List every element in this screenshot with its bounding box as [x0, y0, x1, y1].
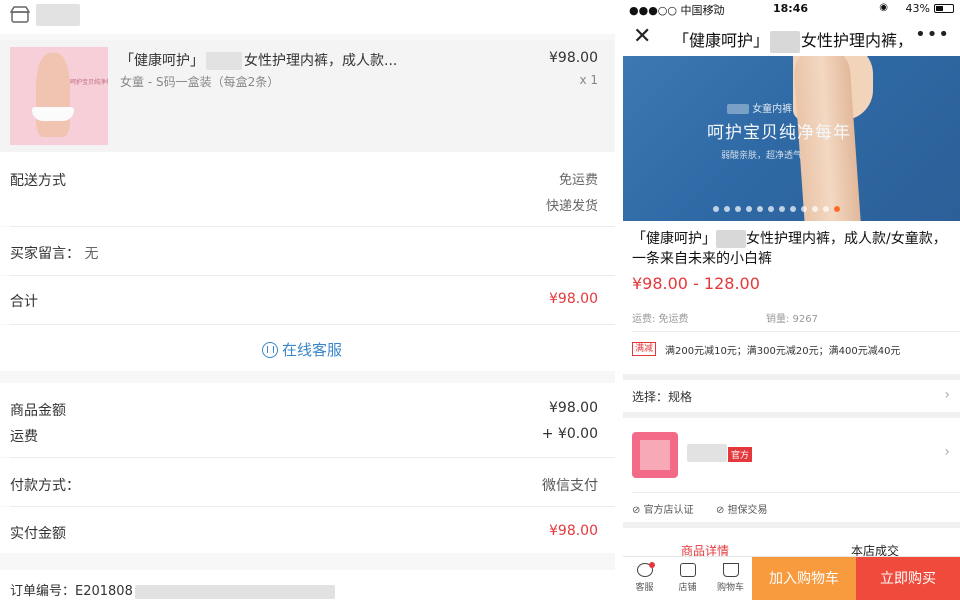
goods-amount-label: 商品金额 — [10, 403, 66, 419]
store-icon — [10, 6, 30, 23]
shop-button[interactable]: 店铺 — [666, 557, 709, 600]
more-icon[interactable]: ••• — [915, 24, 950, 45]
chat-icon — [262, 341, 278, 358]
carousel-dot[interactable] — [823, 206, 829, 212]
nav-bar: ✕ 「健康呵护」 女性护理内裤， ••• — [623, 18, 960, 56]
carousel-dot[interactable] — [834, 206, 840, 212]
page-title: 「健康呵护」 女性护理内裤， — [673, 27, 913, 53]
official-badge: 官方 — [728, 447, 753, 462]
promo-badge: 满减 — [632, 342, 657, 356]
product-banner-carousel[interactable]: 女童内裤 呵护宝贝纯净每年 弱酸亲肤，超净透气 — [623, 56, 960, 221]
order-detail-panel: 呵护宝贝纯净每年 「健康呵护」女性护理内裤，成人款... 女童 - S码一盒装（… — [0, 0, 615, 600]
carousel-dot[interactable] — [713, 206, 719, 212]
carousel-dot[interactable] — [757, 206, 763, 212]
location-icon: ◉ — [879, 2, 888, 13]
notification-dot — [649, 562, 655, 568]
banner-caption: 弱酸亲肤，超净透气 — [721, 151, 803, 161]
carousel-dot[interactable] — [790, 206, 796, 212]
amounts-row: 商品金额 ¥98.00 运费 + ¥0.00 — [0, 383, 615, 457]
shipping-label: 运费 — [10, 429, 38, 445]
product-price: ¥98.00 — [549, 50, 598, 66]
store-card[interactable]: 官方 › ⊘ 官方店认证 ⊘ 担保交易 — [623, 418, 960, 522]
carousel-dot[interactable] — [768, 206, 774, 212]
store-name-redacted — [687, 444, 727, 462]
add-to-cart-button[interactable]: 加入购物车 — [752, 557, 856, 600]
wifi-icon: ◠ — [711, 3, 720, 14]
delivery-fee: 免运费 — [558, 173, 598, 188]
close-icon[interactable]: ✕ — [633, 24, 651, 50]
detail-tabs: 商品详情 本店成交 — [623, 528, 960, 558]
guaranteed-trade-badge: ⊘ 担保交易 — [716, 505, 768, 516]
total-row: 合计 ¥98.00 — [0, 276, 615, 324]
buyer-message-label: 买家留言： 无 — [10, 246, 99, 262]
carousel-dot[interactable] — [735, 206, 741, 212]
product-title: 「健康呵护」 女性护理内裤，成人款... — [120, 52, 398, 70]
order-number-row: 订单编号：E201808 — [0, 570, 615, 600]
promo-text: 满200元减10元；满300元减20元；满400元减40元 — [665, 346, 901, 357]
cart-icon — [722, 563, 739, 577]
product-title: 「健康呵护」 女性护理内裤，成人款/女童款，一条来自未来的小白裤 — [632, 230, 947, 267]
total-value: ¥98.00 — [549, 291, 598, 307]
shipping-value: + ¥0.00 — [541, 426, 598, 442]
product-info: 「健康呵护」 女性护理内裤，成人款/女童款，一条来自未来的小白裤 ¥98.00 -… — [623, 221, 960, 374]
clock: 18:46 — [773, 2, 809, 15]
carousel-dot[interactable] — [779, 206, 785, 212]
total-label: 合计 — [10, 294, 38, 310]
carousel-dot[interactable] — [724, 206, 730, 212]
delivery-row: 配送方式 免运费 快递发货 — [0, 152, 615, 226]
store-logo — [632, 432, 678, 478]
chevron-right-icon: › — [944, 444, 950, 460]
sales-count: 销量: 9267 — [766, 314, 818, 325]
online-service-button[interactable]: 在线客服 — [262, 339, 342, 360]
payment-method-row: 付款方式： 微信支付 — [0, 458, 615, 506]
paid-amount-row: 实付金额 ¥98.00 — [0, 507, 615, 553]
spec-selector[interactable]: 选择：规格 › — [623, 380, 960, 412]
certified-store-badge: ⊘ 官方店认证 — [632, 505, 694, 516]
spec-selector-label: 选择：规格 — [632, 390, 693, 404]
paid-amount-label: 实付金额 — [10, 526, 66, 542]
delivery-method: 快递发货 — [545, 199, 598, 214]
shipping-info: 运费: 免运费 — [632, 314, 689, 325]
battery-percent: 43% — [905, 2, 930, 15]
shop-name-redacted — [36, 4, 80, 26]
product-price-range: ¥98.00 - 128.00 — [632, 274, 760, 293]
battery-icon — [934, 4, 954, 13]
shop-header[interactable] — [0, 0, 615, 34]
cart-button[interactable]: 购物车 — [709, 557, 752, 600]
banner-subtitle: 女童内裤 — [727, 100, 792, 115]
payment-method-label: 付款方式： — [10, 478, 80, 494]
buy-now-button[interactable]: 立即购买 — [856, 557, 960, 600]
product-thumbnail: 呵护宝贝纯净每年 — [10, 47, 108, 145]
carousel-dot[interactable] — [812, 206, 818, 212]
product-quantity: x 1 — [579, 73, 598, 87]
carousel-dot[interactable] — [801, 206, 807, 212]
carousel-dots[interactable] — [713, 206, 840, 212]
customer-service-button[interactable]: 客服 — [623, 557, 666, 600]
product-spec: 女童 - S码一盒装（每盒2条） — [120, 75, 280, 89]
banner-title: 呵护宝贝纯净每年 — [707, 123, 851, 143]
goods-amount-value: ¥98.00 — [549, 400, 598, 416]
buyer-message-row: 买家留言： 无 — [0, 227, 615, 275]
delivery-label: 配送方式 — [10, 173, 66, 189]
paid-amount-value: ¥98.00 — [549, 523, 598, 539]
payment-method-value: 微信支付 — [542, 478, 598, 494]
status-bar: ●●●○○ 中国移动 ◠ 18:46 ◉ 43% — [623, 0, 960, 18]
online-service-label: 在线客服 — [282, 341, 343, 359]
phone-product-page: ●●●○○ 中国移动 ◠ 18:46 ◉ 43% ✕ 「健康呵护」 女性护理内裤，… — [623, 0, 960, 600]
thumb-caption: 呵护宝贝纯净每年 — [70, 79, 108, 86]
store-icon — [679, 563, 696, 577]
chevron-right-icon: › — [944, 387, 950, 403]
bottom-action-bar: 客服 店铺 购物车 加入购物车 立即购买 — [623, 556, 960, 600]
carousel-dot[interactable] — [746, 206, 752, 212]
order-number: 订单编号：E201808 — [10, 580, 335, 599]
online-service-row: 在线客服 — [0, 325, 615, 371]
